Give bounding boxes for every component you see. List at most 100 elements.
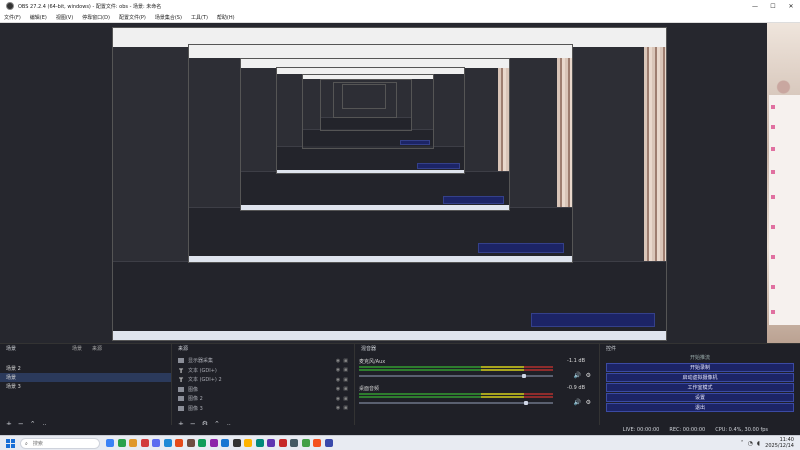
- source-label: 图像: [188, 386, 199, 393]
- maximize-button[interactable]: ☐: [764, 3, 782, 10]
- menu-docks[interactable]: 停靠窗口(D): [82, 14, 110, 21]
- source-item[interactable]: T 文本 (GDI+) 2 ◉ ▣: [172, 375, 354, 385]
- taskbar-app-icon[interactable]: [129, 439, 137, 447]
- taskbar-clock[interactable]: 11:40 2025/12/14: [765, 437, 794, 449]
- image-source-icon: [178, 358, 184, 364]
- taskbar-app-icon[interactable]: [221, 439, 229, 447]
- taskbar-app-icon[interactable]: [209, 439, 218, 447]
- lock-icon[interactable]: ▣: [343, 405, 348, 411]
- taskbar-app-icon[interactable]: [244, 439, 252, 447]
- live-status: LIVE: 00:00:00: [622, 427, 660, 433]
- volume-slider-knob[interactable]: [521, 373, 526, 378]
- exit-button[interactable]: 退出: [606, 403, 794, 412]
- taskbar-app-icon[interactable]: [163, 439, 172, 447]
- volume-slider-knob[interactable]: [523, 400, 528, 405]
- eye-icon[interactable]: ◉: [336, 358, 340, 364]
- mixer-track-desktop: 桌面音频 -0.9 dB 🔊 ⚙: [359, 385, 593, 409]
- side-app-strip: [769, 95, 800, 325]
- menu-file[interactable]: 文件(F): [4, 14, 21, 21]
- cpu-status: CPU: 0.4%, 30.00 fps: [715, 427, 768, 433]
- menu-tools[interactable]: 工具(T): [191, 14, 208, 21]
- minimize-button[interactable]: —: [746, 3, 764, 10]
- start-virtual-camera-button[interactable]: 启动虚拟摄像机: [606, 373, 794, 382]
- taskbar-app-icon[interactable]: [186, 439, 195, 447]
- taskbar-app-icon[interactable]: [290, 439, 298, 447]
- source-label: 文本 (GDI+) 2: [188, 377, 222, 384]
- sources-dock-title: 来源: [178, 345, 189, 352]
- eye-icon[interactable]: ◉: [336, 405, 340, 411]
- taskbar-app-icon[interactable]: [324, 439, 333, 447]
- scene-item[interactable]: 场景 3: [0, 382, 171, 391]
- speaker-icon[interactable]: 🔊: [574, 372, 581, 379]
- controls-dock-title: 控件: [606, 345, 617, 352]
- start-streaming-button[interactable]: 开始推流: [606, 353, 794, 362]
- taskbar-app-icon[interactable]: [175, 439, 183, 447]
- lock-icon[interactable]: ▣: [343, 386, 348, 392]
- menu-view[interactable]: 视图(V): [56, 14, 73, 21]
- clock-date: 2025/12/14: [765, 443, 794, 449]
- taskbar-app-icon[interactable]: [278, 439, 287, 447]
- scenes-dock: 场景 场景 来源 场景 2 场景 场景 3 + − ⌃ ⌄: [0, 344, 172, 436]
- track-db: -1.1 dB: [567, 358, 585, 364]
- windows-taskbar: ⌕ ˄ ◔ ◖ 11:40 2025/12/14: [0, 435, 800, 450]
- menu-bar: 文件(F) 编辑(E) 视图(V) 停靠窗口(D) 配置文件(P) 场景集合(S…: [0, 12, 800, 23]
- windows-start-icon[interactable]: [6, 439, 15, 448]
- system-tray: ˄ ◔ ◖: [741, 440, 760, 447]
- scene-item[interactable]: 场景 2: [0, 364, 171, 373]
- eye-icon[interactable]: ◉: [336, 396, 340, 402]
- menu-profile[interactable]: 配置文件(P): [119, 14, 146, 21]
- gear-icon[interactable]: ⚙: [586, 399, 591, 406]
- eye-icon[interactable]: ◉: [336, 386, 340, 392]
- wifi-icon[interactable]: ◔: [748, 440, 753, 447]
- lock-icon[interactable]: ▣: [343, 377, 348, 383]
- taskbar-search-box[interactable]: ⌕: [20, 438, 100, 449]
- taskbar-search-input[interactable]: [30, 439, 85, 448]
- rec-status: REC: 00:00:00: [669, 427, 706, 433]
- eye-icon[interactable]: ◉: [336, 367, 340, 373]
- source-item[interactable]: T 文本 (GDI+) ◉ ▣: [172, 366, 354, 376]
- volume-meter: [359, 369, 553, 371]
- taskbar-app-icon[interactable]: [301, 439, 310, 447]
- source-item[interactable]: 图像 2 ◉ ▣: [172, 394, 354, 404]
- mixer-track-mic: 麦克风/Aux -1.1 dB 🔊 ⚙: [359, 358, 593, 382]
- lock-icon[interactable]: ▣: [343, 396, 348, 402]
- source-item[interactable]: 图像 3 ◉ ▣: [172, 404, 354, 414]
- taskbar-app-icon[interactable]: [267, 439, 275, 447]
- lock-icon[interactable]: ▣: [343, 358, 348, 364]
- text-source-icon: T: [178, 367, 184, 375]
- gear-icon[interactable]: ⚙: [586, 372, 591, 379]
- source-item[interactable]: 显示器采集 ◉ ▣: [172, 356, 354, 366]
- taskbar-app-icon[interactable]: [313, 439, 321, 447]
- lock-icon[interactable]: ▣: [343, 367, 348, 373]
- image-source-icon: [178, 386, 184, 392]
- scenes-dock-title: 场景: [6, 345, 17, 352]
- taskbar-app-icon[interactable]: [117, 439, 126, 447]
- track-name: 麦克风/Aux: [359, 359, 386, 365]
- taskbar-app-icon[interactable]: [140, 439, 149, 447]
- tab-sources[interactable]: 来源: [92, 345, 102, 352]
- tab-scenes[interactable]: 场景: [72, 345, 82, 352]
- taskbar-app-icon[interactable]: [106, 439, 114, 447]
- source-label: 显示器采集: [188, 358, 214, 365]
- taskbar-app-icon[interactable]: [255, 439, 264, 447]
- chevron-up-icon[interactable]: ˄: [741, 440, 744, 447]
- eye-icon[interactable]: ◉: [336, 377, 340, 383]
- obs-app-icon: [6, 2, 14, 10]
- image-source-icon: [178, 405, 184, 411]
- studio-mode-button[interactable]: 工作室模式: [606, 383, 794, 392]
- taskbar-app-icon[interactable]: [232, 439, 241, 447]
- sources-dock: 来源 显示器采集 ◉ ▣ T 文本 (GDI+) ◉ ▣ T 文本 (GDI+) 2…: [172, 344, 355, 436]
- menu-help[interactable]: 帮助(H): [217, 14, 235, 21]
- settings-button[interactable]: 设置: [606, 393, 794, 402]
- start-recording-button[interactable]: 开始录制: [606, 363, 794, 372]
- menu-scene-collection[interactable]: 场景集合(S): [155, 14, 182, 21]
- text-source-icon: T: [178, 377, 184, 385]
- volume-icon[interactable]: ◖: [757, 440, 760, 447]
- taskbar-app-icon[interactable]: [198, 439, 206, 447]
- speaker-icon[interactable]: 🔊: [574, 399, 581, 406]
- close-button[interactable]: ✕: [782, 3, 800, 10]
- source-item[interactable]: 图像 ◉ ▣: [172, 385, 354, 395]
- menu-edit[interactable]: 编辑(E): [30, 14, 47, 21]
- scene-item-selected[interactable]: 场景: [0, 373, 171, 382]
- taskbar-app-icon[interactable]: [152, 439, 160, 447]
